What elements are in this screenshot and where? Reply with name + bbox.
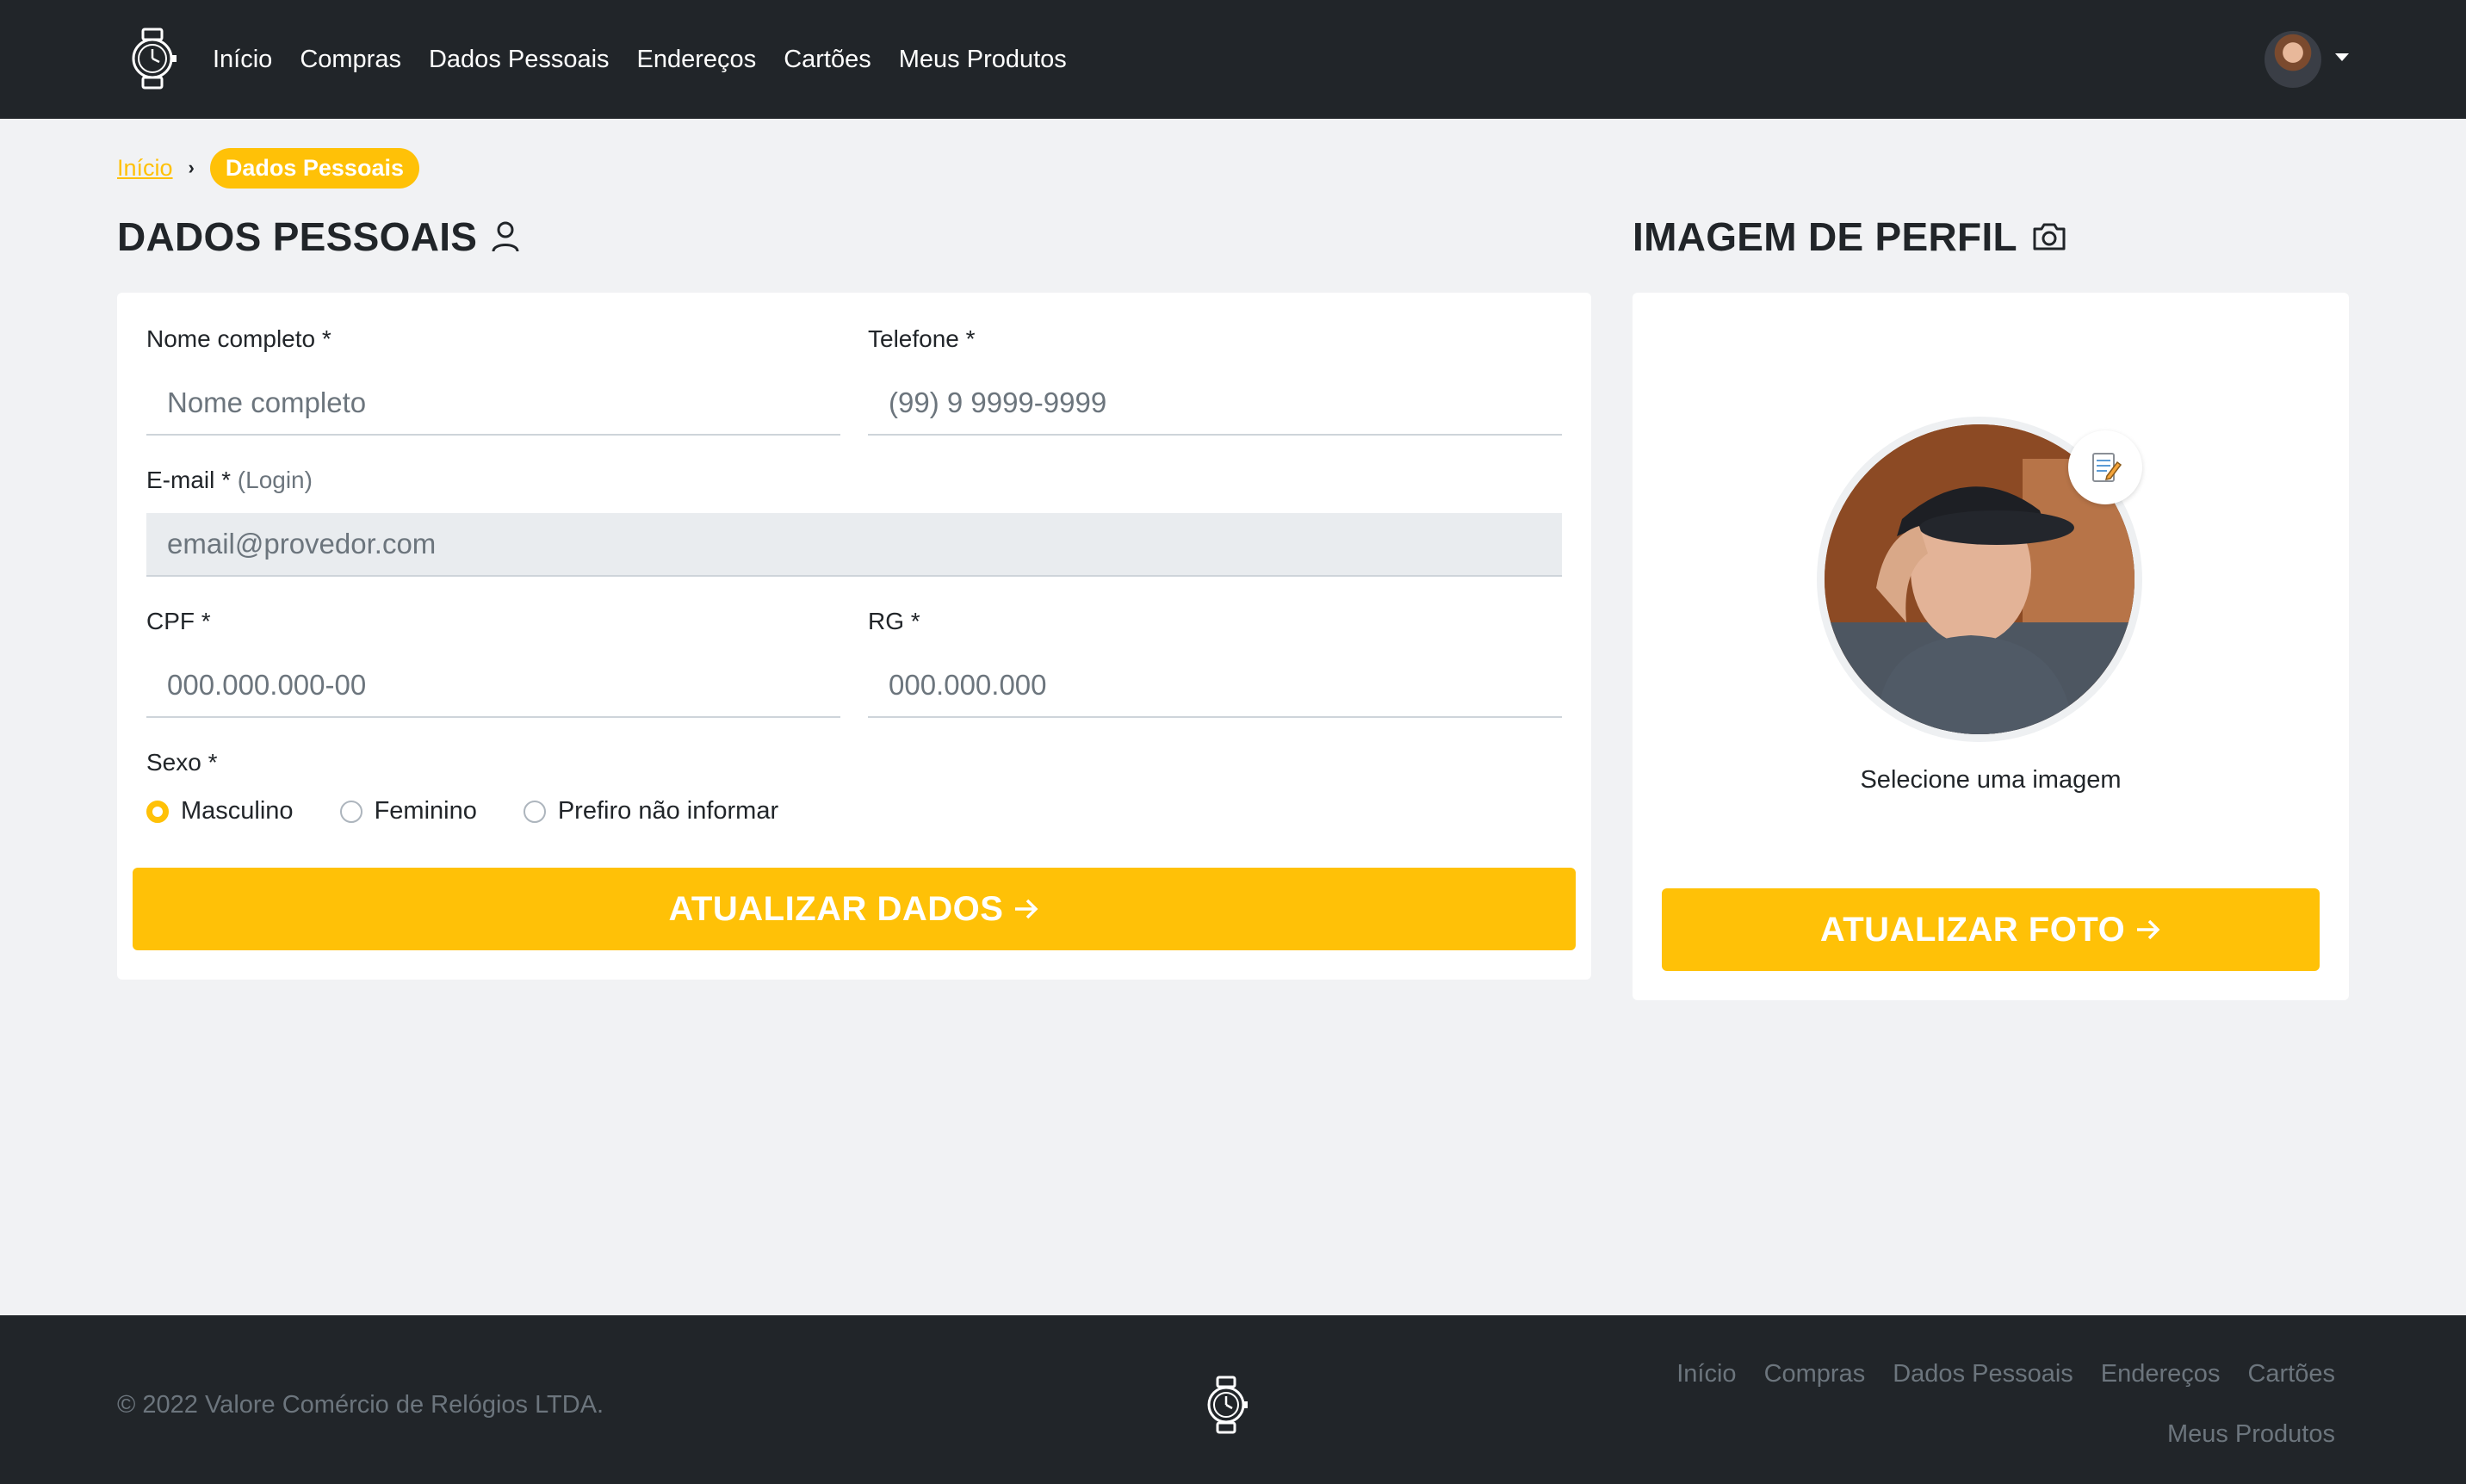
chevron-down-icon[interactable] — [2335, 53, 2349, 61]
profile-image-heading: IMAGEM DE PERFIL — [1633, 213, 2067, 260]
full-name-input[interactable] — [146, 372, 840, 436]
arrow-right-icon — [1015, 899, 1038, 919]
sex-option-masculino-label[interactable]: Masculino — [181, 797, 294, 825]
update-data-label: ATUALIZAR DADOS — [668, 889, 1004, 928]
footer-link-compras[interactable]: Compras — [1764, 1357, 1866, 1391]
main-nav: Início Compras Dados Pessoais Endereços … — [213, 0, 1067, 119]
select-image-caption: Selecione uma imagem — [1860, 766, 2122, 794]
email-input — [146, 513, 1562, 577]
sex-option-nao-informar-label[interactable]: Prefiro não informar — [558, 797, 778, 825]
nav-link-enderecos[interactable]: Endereços — [637, 46, 757, 74]
sex-option-feminino-label[interactable]: Feminino — [375, 797, 477, 825]
footer-link-cartoes[interactable]: Cartões — [2247, 1357, 2335, 1391]
footer-link-inicio[interactable]: Início — [1676, 1357, 1736, 1391]
footer-nav: Início Compras Dados Pessoais Endereços … — [1560, 1357, 2335, 1451]
rg-label: RG * — [868, 608, 920, 634]
camera-icon — [2033, 223, 2066, 250]
top-navbar: Início Compras Dados Pessoais Endereços … — [0, 0, 2466, 119]
email-login-hint: (Login) — [237, 467, 313, 493]
nav-link-cartoes[interactable]: Cartões — [784, 46, 871, 74]
footer-link-meus-produtos[interactable]: Meus Produtos — [2167, 1417, 2335, 1451]
phone-input[interactable] — [868, 372, 1562, 436]
sex-radio-nao-informar[interactable] — [523, 800, 546, 823]
cpf-label: CPF * — [146, 608, 211, 634]
email-label: E-mail * (Login) — [146, 467, 313, 494]
memo-icon — [2092, 453, 2122, 482]
sex-label: Sexo * — [146, 749, 218, 776]
personal-data-title: DADOS PESSOAIS — [117, 214, 478, 259]
user-icon — [492, 221, 519, 252]
phone-label: Telefone * — [868, 325, 976, 352]
update-data-button[interactable]: ATUALIZAR DADOS — [133, 868, 1576, 950]
cpf-input[interactable] — [146, 654, 840, 718]
nav-link-inicio[interactable]: Início — [213, 46, 272, 74]
nav-link-dados-pessoais[interactable]: Dados Pessoais — [429, 46, 610, 74]
sex-radio-group: Masculino Feminino Prefiro não informar — [146, 797, 778, 825]
email-label-text: E-mail * — [146, 467, 232, 493]
chevron-right-icon: › — [188, 157, 195, 178]
rg-input[interactable] — [868, 654, 1562, 718]
footer-link-enderecos[interactable]: Endereços — [2101, 1357, 2221, 1391]
copyright-text: © 2022 Valore Comércio de Relógios LTDA. — [117, 1391, 604, 1419]
update-photo-button[interactable]: ATUALIZAR FOTO — [1662, 888, 2320, 971]
watch-logo-icon[interactable] — [126, 28, 179, 90]
personal-data-heading: DADOS PESSOAIS — [117, 213, 520, 260]
breadcrumb-home-link[interactable]: Início — [117, 155, 173, 182]
nav-link-compras[interactable]: Compras — [300, 46, 401, 74]
edit-photo-button[interactable] — [2068, 430, 2142, 504]
sex-radio-masculino[interactable] — [146, 800, 169, 823]
footer-link-dados-pessoais[interactable]: Dados Pessoais — [1893, 1357, 2073, 1391]
arrow-right-icon — [2137, 919, 2160, 940]
nav-link-meus-produtos[interactable]: Meus Produtos — [899, 46, 1067, 74]
user-avatar[interactable] — [2265, 31, 2321, 88]
sex-radio-feminino[interactable] — [339, 800, 362, 823]
update-photo-label: ATUALIZAR FOTO — [1819, 910, 2126, 949]
name-label: Nome completo * — [146, 325, 331, 352]
breadcrumb: Início › Dados Pessoais — [117, 147, 419, 189]
watch-logo-icon[interactable] — [1202, 1376, 1250, 1434]
profile-image-title: IMAGEM DE PERFIL — [1633, 214, 2017, 259]
breadcrumb-current: Dados Pessoais — [209, 147, 419, 189]
